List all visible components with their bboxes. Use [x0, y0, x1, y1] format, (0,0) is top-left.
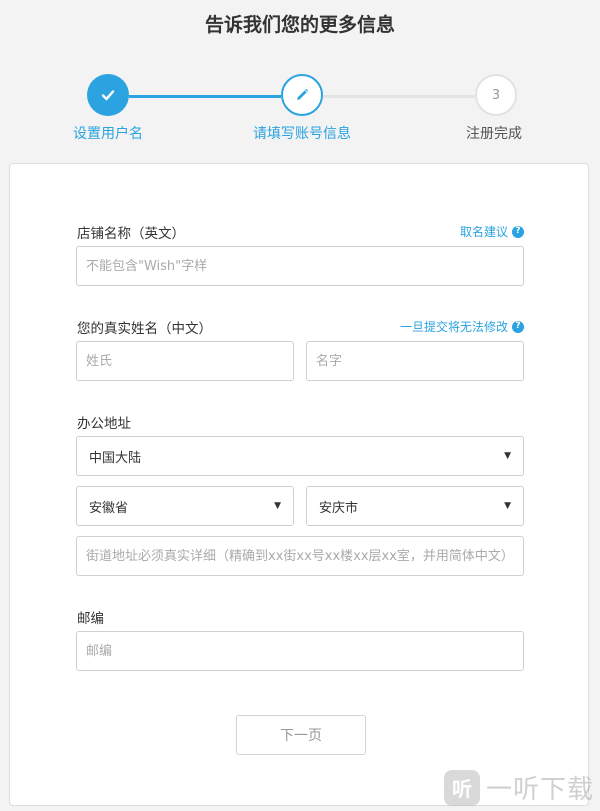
store-name-input[interactable]	[76, 246, 524, 286]
naming-tips-link[interactable]: 取名建议 ?	[460, 223, 524, 240]
step-label: 请填写账号信息	[253, 126, 351, 142]
watermark-text: 一听下载	[485, 775, 594, 805]
country-select[interactable]: 中国大陆 ▼	[76, 436, 524, 476]
step-label: 设置用户名	[73, 126, 143, 142]
postal-code-label: 邮编	[77, 611, 104, 627]
city-select[interactable]: 安庆市 ▼	[306, 486, 524, 526]
province-select[interactable]: 安徽省 ▼	[76, 486, 294, 526]
step-number: 3	[475, 74, 517, 116]
caret-down-icon: ▼	[274, 501, 281, 511]
step-connector-pending	[323, 95, 475, 98]
real-name-warning-text: 一旦提交将无法修改	[399, 320, 508, 334]
help-icon[interactable]: ?	[512, 225, 524, 238]
pencil-icon	[281, 74, 323, 116]
street-address-input[interactable]	[76, 536, 524, 576]
real-name-label: 您的真实姓名（中文）	[77, 321, 212, 337]
office-address-label: 办公地址	[77, 416, 131, 432]
page-title: 告诉我们您的更多信息	[204, 14, 395, 36]
registration-form-card: 店铺名称（英文） 取名建议 ? 您的真实姓名（中文） 一旦提交将无法修改 ? 办…	[9, 163, 589, 806]
watermark: 听 一听下载	[443, 769, 594, 806]
naming-tips-text[interactable]: 取名建议	[460, 223, 508, 240]
real-name-warning: 一旦提交将无法修改 ?	[400, 318, 524, 335]
surname-input[interactable]	[76, 341, 294, 381]
country-value: 中国大陆	[89, 450, 142, 466]
progress-stepper: 设置用户名 请填写账号信息 3 注册完成	[0, 74, 600, 144]
given-name-input[interactable]	[306, 341, 524, 381]
city-value: 安庆市	[319, 500, 359, 516]
caret-down-icon: ▼	[504, 501, 511, 511]
step-label: 注册完成	[466, 126, 522, 142]
caret-down-icon: ▼	[504, 451, 511, 461]
province-value: 安徽省	[89, 500, 129, 516]
help-icon[interactable]: ?	[512, 320, 524, 333]
watermark-logo: 听	[443, 769, 480, 806]
store-name-label: 店铺名称（英文）	[77, 226, 185, 242]
step-connector-completed	[129, 95, 281, 98]
check-icon	[87, 74, 129, 116]
next-page-button[interactable]: 下一页	[236, 715, 366, 755]
postal-code-input[interactable]	[76, 631, 524, 671]
